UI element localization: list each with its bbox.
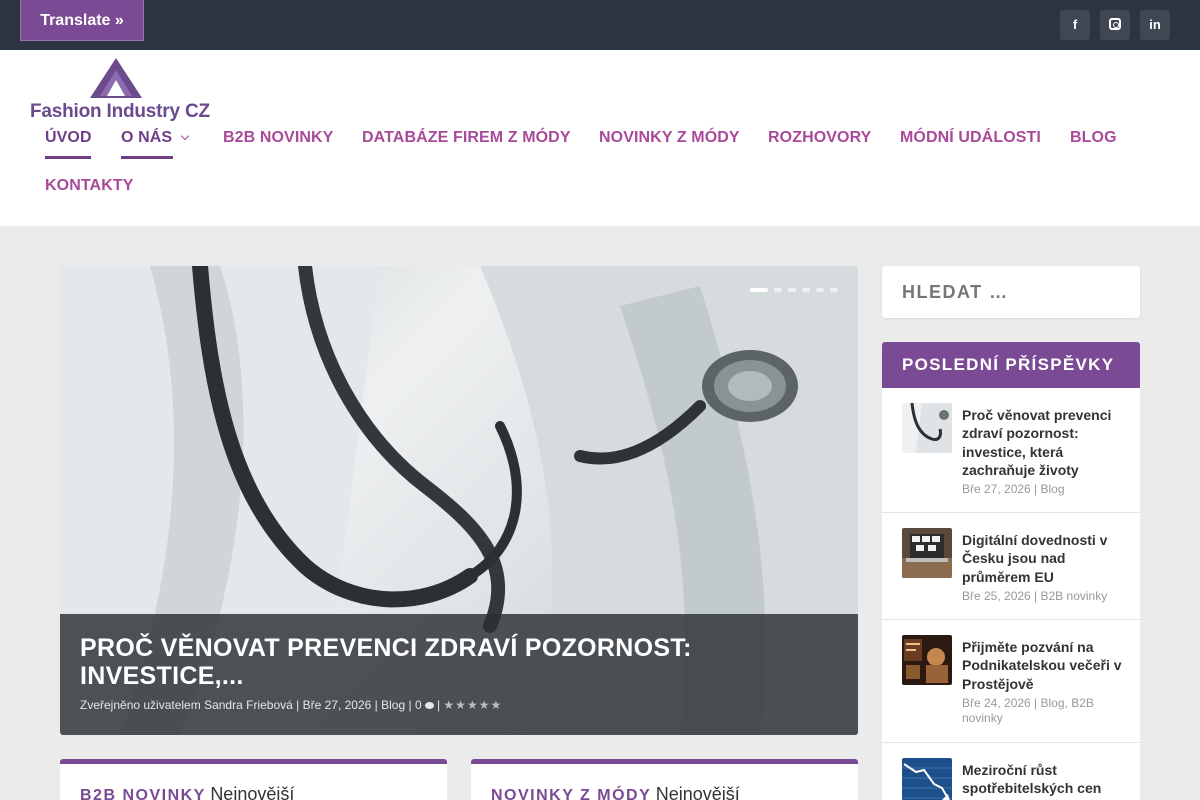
card-b2b-novinky: B2B NOVINKY Nejnovější: [60, 759, 447, 800]
nav-modni-udalosti[interactable]: MÓDNÍ UDÁLOSTI: [900, 129, 1041, 147]
nav-kontakty[interactable]: KONTAKTY: [45, 177, 134, 195]
post-thumbnail[interactable]: [902, 403, 952, 453]
site-header: Fashion Industry CZ ÚVOD O NÁS B2B NOVIN…: [0, 50, 1200, 226]
meta-author-prefix: Zveřejněno uživatelem: [80, 698, 201, 712]
card-novinky-subtitle: Nejnovější: [655, 784, 740, 800]
post-title[interactable]: Proč věnovat prevenci zdraví pozornost: …: [962, 406, 1122, 479]
chevron-down-icon: [180, 131, 190, 141]
instagram-link[interactable]: [1100, 10, 1130, 40]
linkedin-link[interactable]: in: [1140, 10, 1170, 40]
nav-o-nas-underline: [121, 156, 173, 159]
post-thumbnail[interactable]: [902, 635, 952, 685]
list-item[interactable]: Přijměte pozvání na Podnikatelskou večeř…: [882, 620, 1140, 743]
list-item[interactable]: Proč věnovat prevenci zdraví pozornost: …: [882, 388, 1140, 513]
slider-dot-5[interactable]: [816, 288, 824, 292]
card-b2b-title: B2B NOVINKY Nejnovější: [80, 784, 294, 800]
event-thumbnail-icon: [902, 635, 952, 685]
post-title[interactable]: Meziroční růst spotřebitelských cen: [962, 761, 1122, 798]
list-item[interactable]: Digitální dovednosti v Česku jsou nad pr…: [882, 513, 1140, 620]
post-meta: Bře 24, 2026 | Blog, B2B novinky: [962, 696, 1094, 725]
nav-blog[interactable]: BLOG: [1070, 129, 1117, 147]
comment-bubble-icon: [424, 702, 434, 709]
slider-dot-6[interactable]: [830, 288, 838, 292]
recent-posts-list: Proč věnovat prevenci zdraví pozornost: …: [882, 388, 1140, 800]
laptop-thumbnail-icon: [902, 528, 952, 578]
translate-button[interactable]: Translate »: [20, 0, 144, 41]
linkedin-icon: in: [1149, 17, 1161, 32]
slide-title[interactable]: PROČ VĚNOVAT PREVENCI ZDRAVÍ POZORNOST: …: [80, 634, 820, 690]
meta-author[interactable]: Sandra Friebová: [204, 698, 293, 712]
slide-caption: PROČ VĚNOVAT PREVENCI ZDRAVÍ POZORNOST: …: [60, 614, 858, 735]
card-b2b-subtitle: Nejnovější: [210, 784, 295, 800]
doctor-thumbnail-icon: [902, 403, 952, 453]
rating-stars-icon: ★★★★★: [443, 698, 503, 712]
slider-dot-3[interactable]: [788, 288, 796, 292]
nav-uvod-underline: [45, 156, 91, 159]
post-meta: Bře 27, 2026 | Blog: [962, 482, 1065, 496]
chart-thumbnail-icon: [902, 758, 952, 800]
card-novinky-category[interactable]: NOVINKY Z MÓDY: [491, 787, 651, 800]
slider-dot-2[interactable]: [774, 288, 782, 292]
slider-dot-4[interactable]: [802, 288, 810, 292]
nav-b2b-novinky[interactable]: B2B NOVINKY: [223, 129, 333, 147]
instagram-icon: [1109, 18, 1121, 31]
slider-dot-1[interactable]: [750, 288, 768, 292]
top-bar: Translate » f in: [0, 0, 1200, 50]
nav-o-nas-label: O NÁS: [121, 129, 173, 146]
facebook-icon: f: [1072, 17, 1078, 32]
post-title[interactable]: Přijměte pozvání na Podnikatelskou večeř…: [962, 638, 1122, 693]
logo-triangle-icon: [90, 58, 142, 98]
post-title[interactable]: Digitální dovednosti v Česku jsou nad pr…: [962, 531, 1122, 586]
card-b2b-category[interactable]: B2B NOVINKY: [80, 787, 206, 800]
card-novinky-title: NOVINKY Z MÓDY Nejnovější: [491, 784, 740, 800]
search-input[interactable]: [882, 266, 1140, 318]
post-thumbnail[interactable]: [902, 758, 952, 800]
logo-text: Fashion Industry CZ: [30, 101, 210, 122]
featured-slider[interactable]: PROČ VĚNOVAT PREVENCI ZDRAVÍ POZORNOST: …: [60, 266, 858, 735]
slide-meta: Zveřejněno uživatelem Sandra Friebová | …: [80, 698, 503, 712]
post-meta: Bře 25, 2026 | B2B novinky: [962, 589, 1108, 603]
recent-posts-heading: POSLEDNÍ PŘÍSPĚVKY: [882, 342, 1140, 388]
meta-date: Bře 27, 2026: [302, 698, 372, 712]
facebook-link[interactable]: f: [1060, 10, 1090, 40]
nav-uvod[interactable]: ÚVOD: [45, 129, 92, 147]
card-novinky-z-mody: NOVINKY Z MÓDY Nejnovější: [471, 759, 858, 800]
sidebar-search: [882, 266, 1140, 318]
nav-databaze-firem[interactable]: DATABÁZE FIREM Z MÓDY: [362, 129, 571, 147]
meta-category[interactable]: Blog: [381, 698, 405, 712]
list-item[interactable]: Meziroční růst spotřebitelských cen: [882, 743, 1140, 800]
nav-o-nas[interactable]: O NÁS: [121, 129, 190, 147]
site-logo[interactable]: Fashion Industry CZ: [30, 56, 210, 126]
post-thumbnail[interactable]: [902, 528, 952, 578]
nav-novinky-z-mody[interactable]: NOVINKY Z MÓDY: [599, 129, 740, 147]
meta-comments[interactable]: 0: [415, 698, 422, 712]
nav-rozhovory[interactable]: ROZHOVORY: [768, 129, 871, 147]
